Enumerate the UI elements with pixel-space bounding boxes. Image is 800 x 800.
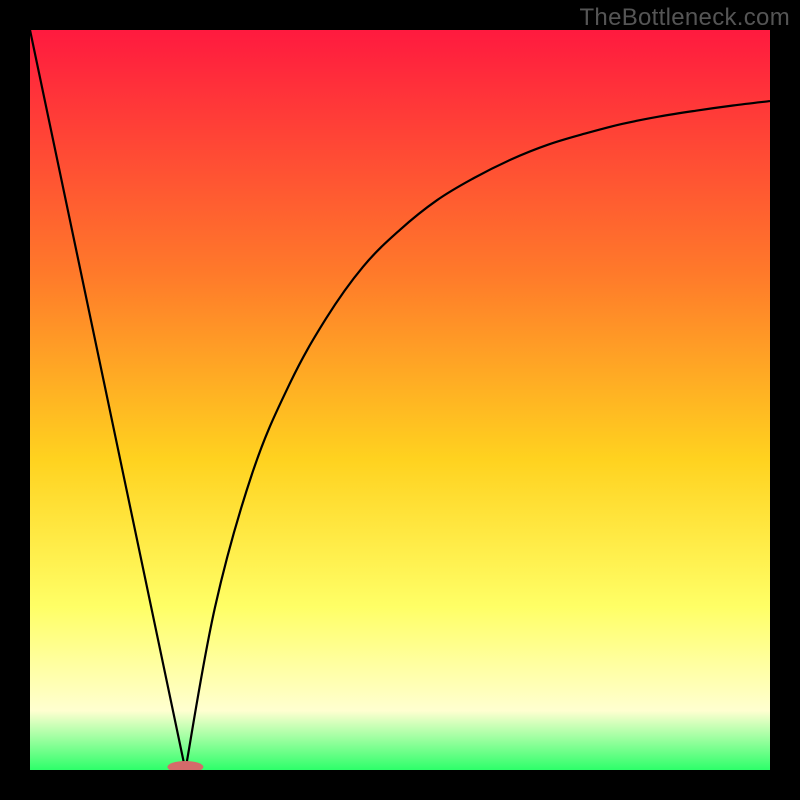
watermark-text: TheBottleneck.com: [579, 4, 790, 32]
chart-svg: [30, 30, 770, 770]
chart-frame: TheBottleneck.com: [0, 0, 800, 800]
plot-area: [30, 30, 770, 770]
gradient-background: [30, 30, 770, 770]
